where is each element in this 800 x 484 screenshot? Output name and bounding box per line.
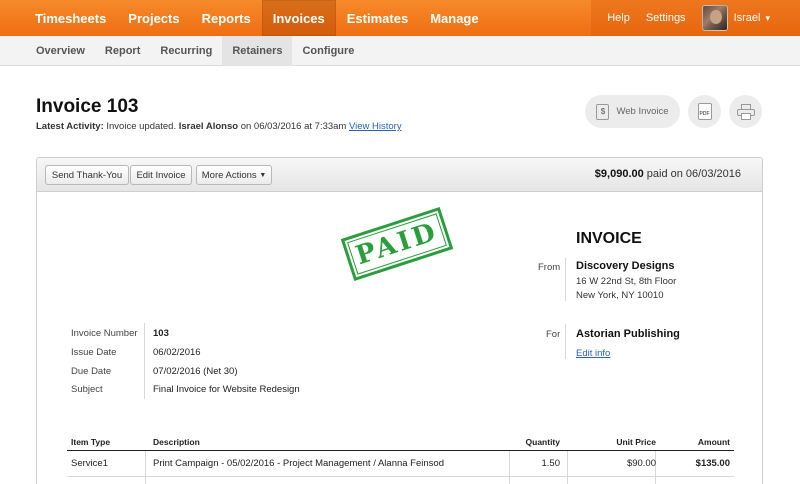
from-address-line-2: New York, NY 10010	[576, 290, 664, 301]
paid-date-text: paid on 06/03/2016	[643, 168, 741, 180]
invoice-number-value: 103	[153, 328, 169, 339]
from-label: From	[538, 262, 561, 273]
amount-cell: $135.00	[695, 458, 730, 469]
more-actions-button[interactable]: More Actions ▼	[196, 165, 272, 185]
invoice-action-bar: Send Thank-You Edit Invoice More Actions…	[37, 158, 762, 192]
caret-down-icon: ▼	[259, 171, 267, 179]
paid-amount: $9,090.00	[594, 168, 644, 180]
activity-user: Israel Alonso	[178, 121, 239, 132]
divider	[565, 324, 566, 359]
table-header: Item Type Description Quantity Unit Pric…	[67, 434, 734, 451]
help-link[interactable]: Help	[599, 12, 638, 24]
send-thank-you-button[interactable]: Send Thank-You	[45, 165, 129, 185]
nav-invoices[interactable]: Invoices	[261, 0, 336, 36]
subnav-report[interactable]: Report	[95, 36, 150, 66]
table-row: Service1 Print Campaign - 05/02/2016 - P…	[67, 451, 734, 477]
invoice-panel: Send Thank-You Edit Invoice More Actions…	[36, 157, 763, 484]
edit-invoice-button[interactable]: Edit Invoice	[130, 165, 192, 185]
divider	[565, 258, 566, 301]
nav-timesheets[interactable]: Timesheets	[24, 0, 117, 36]
more-actions-label: More Actions	[201, 169, 257, 181]
due-date-label: Due Date	[71, 366, 112, 377]
web-invoice-icon: $	[596, 103, 610, 120]
top-navigation: Timesheets Projects Reports Invoices Est…	[0, 0, 800, 36]
subject-value: Final Invoice for Website Redesign	[153, 384, 300, 395]
paid-summary: $9,090.00 paid on 06/03/2016	[595, 168, 741, 180]
column-quantity: Quantity	[525, 437, 560, 447]
subnav-configure[interactable]: Configure	[292, 36, 364, 66]
activity-label: Latest Activity:	[36, 121, 104, 132]
divider	[144, 323, 145, 399]
nav-manage[interactable]: Manage	[419, 0, 489, 36]
main-menu: Timesheets Projects Reports Invoices Est…	[0, 0, 490, 36]
latest-activity: Latest Activity: Invoice updated. Israel…	[36, 121, 402, 132]
table-row-partial	[67, 477, 734, 484]
subject-label: Subject	[71, 384, 103, 395]
invoice-heading: INVOICE	[576, 230, 642, 247]
line-items-table: Item Type Description Quantity Unit Pric…	[67, 434, 734, 484]
column-unit-price: Unit Price	[616, 437, 656, 447]
unit-price-cell: $90.00	[626, 458, 656, 469]
pdf-button[interactable]: PDF	[688, 95, 721, 128]
account-menu: Help Settings Israel ▾	[591, 0, 800, 36]
page-title: Invoice 103	[36, 96, 139, 117]
for-label: For	[546, 329, 561, 340]
invoice-number-label: Invoice Number	[71, 328, 138, 339]
from-company: Discovery Designs	[576, 260, 675, 272]
web-invoice-label: Web Invoice	[616, 106, 669, 117]
print-button[interactable]	[729, 95, 762, 128]
activity-text: Invoice updated.	[103, 121, 179, 132]
subnav-retainers[interactable]: Retainers	[222, 36, 293, 66]
column-item-type: Item Type	[71, 437, 111, 447]
nav-estimates[interactable]: Estimates	[336, 0, 419, 36]
due-date-value: 07/02/2016 (Net 30)	[153, 366, 238, 377]
paid-stamp-text: PAID	[352, 216, 442, 272]
subnav-overview[interactable]: Overview	[26, 36, 95, 66]
nav-projects[interactable]: Projects	[117, 0, 190, 36]
issue-date-label: Issue Date	[71, 347, 117, 358]
invoices-subnav: Overview Report Recurring Retainers Conf…	[0, 36, 800, 66]
column-description: Description	[153, 437, 200, 447]
chevron-down-icon[interactable]: ▾	[765, 13, 770, 24]
pdf-icon: PDF	[697, 103, 712, 120]
column-amount: Amount	[697, 437, 730, 447]
printer-icon	[736, 103, 755, 120]
quantity-cell: 1.50	[541, 458, 561, 469]
issue-date-value: 06/02/2016	[153, 347, 201, 358]
description-cell: Print Campaign - 05/02/2016 - Project Ma…	[153, 458, 444, 469]
item-type-cell: Service1	[71, 458, 108, 469]
client-name: Astorian Publishing	[576, 328, 680, 340]
edit-info-link[interactable]: Edit info	[576, 348, 610, 359]
view-history-link[interactable]: View History	[349, 121, 402, 132]
user-name[interactable]: Israel	[734, 12, 761, 24]
settings-link[interactable]: Settings	[638, 12, 694, 24]
paid-stamp: PAID	[340, 207, 454, 281]
web-invoice-button[interactable]: $ Web Invoice	[585, 95, 680, 128]
from-address-line-1: 16 W 22nd St, 8th Floor	[576, 276, 677, 287]
activity-time: on 06/03/2016 at 7:33am	[238, 121, 349, 132]
subnav-recurring[interactable]: Recurring	[150, 36, 222, 66]
avatar[interactable]	[701, 5, 728, 31]
nav-reports[interactable]: Reports	[191, 0, 262, 36]
